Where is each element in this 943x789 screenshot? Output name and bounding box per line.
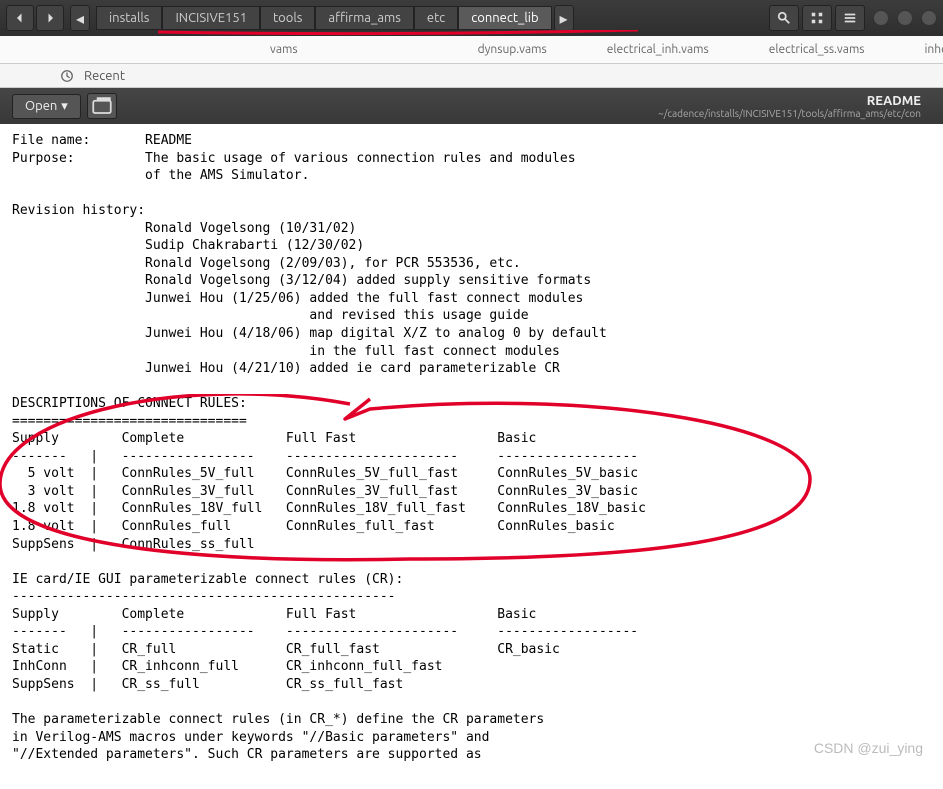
editor-title-block: README ~/cadence/installs/INCISIVE151/to… bbox=[658, 94, 931, 119]
path-left-button[interactable]: ◂ bbox=[70, 5, 90, 31]
minimize-button[interactable] bbox=[873, 10, 889, 26]
file-item[interactable]: inhconn. bbox=[925, 43, 943, 56]
breadcrumb-etc[interactable]: etc bbox=[414, 6, 458, 30]
breadcrumbs: installs INCISIVE151 tools affirma_ams e… bbox=[96, 5, 769, 31]
file-item[interactable]: dynsup.vams bbox=[478, 43, 547, 56]
breadcrumb-affirma-ams[interactable]: affirma_ams bbox=[315, 6, 414, 30]
maximize-button[interactable] bbox=[897, 10, 913, 26]
grid-view-icon[interactable] bbox=[802, 5, 832, 31]
file-item[interactable]: electrical_ss.vams bbox=[769, 43, 865, 56]
file-item[interactable]: electrical_inh.vams bbox=[607, 43, 709, 56]
forward-button[interactable] bbox=[36, 5, 64, 31]
open-button[interactable]: Open▾ bbox=[12, 94, 81, 119]
recent-row[interactable]: Recent bbox=[0, 64, 943, 88]
breadcrumb-tools[interactable]: tools bbox=[260, 6, 315, 30]
clock-icon bbox=[60, 69, 74, 83]
menu-icon[interactable] bbox=[835, 5, 865, 31]
chevron-down-icon: ▾ bbox=[61, 99, 68, 114]
editor-content[interactable]: File name: README Purpose: The basic usa… bbox=[0, 124, 943, 789]
watermark: CSDN @zui_ying bbox=[814, 740, 923, 756]
breadcrumb-connect-lib[interactable]: connect_lib bbox=[458, 6, 551, 30]
file-item[interactable]: vams bbox=[270, 43, 298, 56]
titlebar: ◂ installs INCISIVE151 tools affirma_ams… bbox=[0, 0, 943, 36]
recent-label: Recent bbox=[84, 69, 125, 83]
back-button[interactable] bbox=[6, 5, 34, 31]
search-icon[interactable] bbox=[769, 5, 799, 31]
path-right-button[interactable]: ▸ bbox=[554, 5, 574, 31]
new-tab-icon[interactable] bbox=[87, 93, 117, 119]
editor-header: Open▾ README ~/cadence/installs/INCISIVE… bbox=[0, 88, 943, 124]
breadcrumb-installs[interactable]: installs bbox=[96, 6, 162, 30]
close-button[interactable] bbox=[921, 10, 937, 26]
file-grid-row: vams dynsup.vams electrical_inh.vams ele… bbox=[0, 36, 943, 64]
breadcrumb-incisive151[interactable]: INCISIVE151 bbox=[162, 6, 260, 30]
